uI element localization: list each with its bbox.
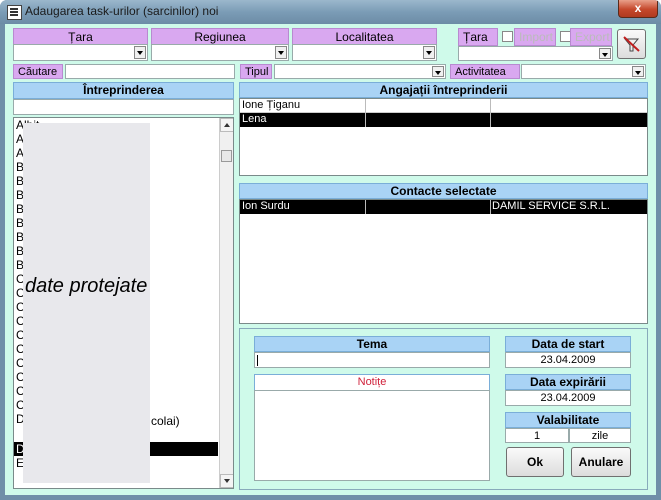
title-bar[interactable]: Adaugarea task-urilor (sarcinilor) noi x (0, 0, 661, 24)
protected-data-mask: date protejate (23, 123, 150, 483)
contacts-header: Contacte selectate (239, 183, 648, 199)
column-divider (490, 200, 491, 214)
enterprise-list[interactable]: Albit A A B B B B B B B B C C C C C C C … (13, 117, 234, 489)
chevron-down-icon[interactable] (599, 48, 611, 59)
column-divider (490, 99, 491, 127)
employees-header: Angajații întreprinderii (239, 82, 648, 98)
tara-select[interactable] (13, 44, 148, 61)
import-checkbox[interactable] (502, 30, 513, 42)
clear-filter-icon (623, 36, 640, 52)
activitatea-select[interactable] (521, 64, 646, 79)
chevron-down-icon[interactable] (134, 46, 146, 59)
column-divider (365, 200, 366, 214)
enterprise-scrollbar[interactable] (219, 118, 233, 488)
table-row-selected[interactable]: Ion Surdu DAMIL SERVICE S.R.L. (240, 200, 647, 214)
search-input[interactable] (65, 64, 235, 79)
export-label: Export (570, 28, 612, 46)
enterprise-header: Întreprinderea (13, 82, 234, 99)
label-tara: Țara (13, 28, 148, 45)
regiunea-select[interactable] (151, 44, 289, 61)
employees-grid[interactable]: Ione Țiganu Lena (239, 98, 648, 176)
label-tipul: Tipul (240, 64, 272, 79)
label-regiunea: Regiunea (151, 28, 289, 45)
validity-label: Valabilitate (505, 412, 631, 428)
cancel-button[interactable]: Anulare (571, 447, 631, 477)
validity-unit: zile (569, 428, 631, 443)
scroll-down-button[interactable] (220, 474, 233, 488)
contact-name: Ion Surdu (242, 200, 290, 212)
label-localitatea: Localitatea (292, 28, 437, 45)
label-cautare: Căutare (13, 64, 63, 79)
text-cursor (257, 355, 258, 366)
localitatea-select[interactable] (292, 44, 437, 61)
tipul-select[interactable] (274, 64, 446, 79)
expiry-date-field[interactable]: 23.04.2009 (505, 390, 631, 406)
table-row[interactable]: Ione Țiganu (240, 99, 647, 113)
tema-label: Tema (254, 336, 490, 352)
contact-company: DAMIL SERVICE S.R.L. (492, 200, 610, 212)
scroll-up-button[interactable] (220, 118, 233, 132)
chevron-down-icon[interactable] (423, 46, 435, 59)
ok-button[interactable]: Ok (506, 447, 564, 477)
protected-data-label: date protejate (25, 275, 148, 297)
start-date-field[interactable]: 23.04.2009 (505, 352, 631, 368)
contacts-grid[interactable]: Ion Surdu DAMIL SERVICE S.R.L. (239, 199, 648, 324)
chevron-down-icon[interactable] (432, 66, 444, 77)
start-date-label: Data de start (505, 336, 631, 352)
label-tara-de: Țara de (458, 28, 498, 60)
employee-name: Lena (242, 113, 267, 125)
scroll-thumb[interactable] (221, 150, 232, 162)
notite-textarea[interactable] (254, 390, 490, 481)
tara-de-select[interactable] (458, 46, 613, 61)
enterprise-filter-input[interactable] (13, 99, 234, 115)
employee-name: Ione Țiganu (242, 99, 301, 111)
tema-input[interactable] (254, 352, 490, 368)
dialog-client: Țara Regiunea Localitatea Țara de Import… (5, 24, 656, 495)
clear-filter-button[interactable] (617, 29, 646, 59)
validity-value-field[interactable]: 1 (505, 428, 569, 443)
chevron-down-icon[interactable] (632, 66, 644, 77)
chevron-down-icon (224, 479, 230, 483)
app-icon (7, 5, 22, 20)
table-row-selected[interactable]: Lena (240, 113, 647, 127)
window-title: Adaugarea task-urilor (sarcinilor) noi (25, 4, 219, 18)
close-button[interactable]: x (618, 0, 658, 18)
chevron-up-icon (224, 123, 230, 127)
column-divider (365, 99, 366, 127)
list-item-partial-text: colai) (151, 414, 180, 428)
label-activitatea: Activitatea (450, 64, 520, 79)
import-label: Import (514, 28, 556, 46)
dialog-window: Adaugarea task-urilor (sarcinilor) noi x… (0, 0, 661, 500)
notite-label: Notițe (254, 374, 490, 391)
chevron-down-icon[interactable] (275, 46, 287, 59)
expiry-date-label: Data expirării (505, 374, 631, 390)
